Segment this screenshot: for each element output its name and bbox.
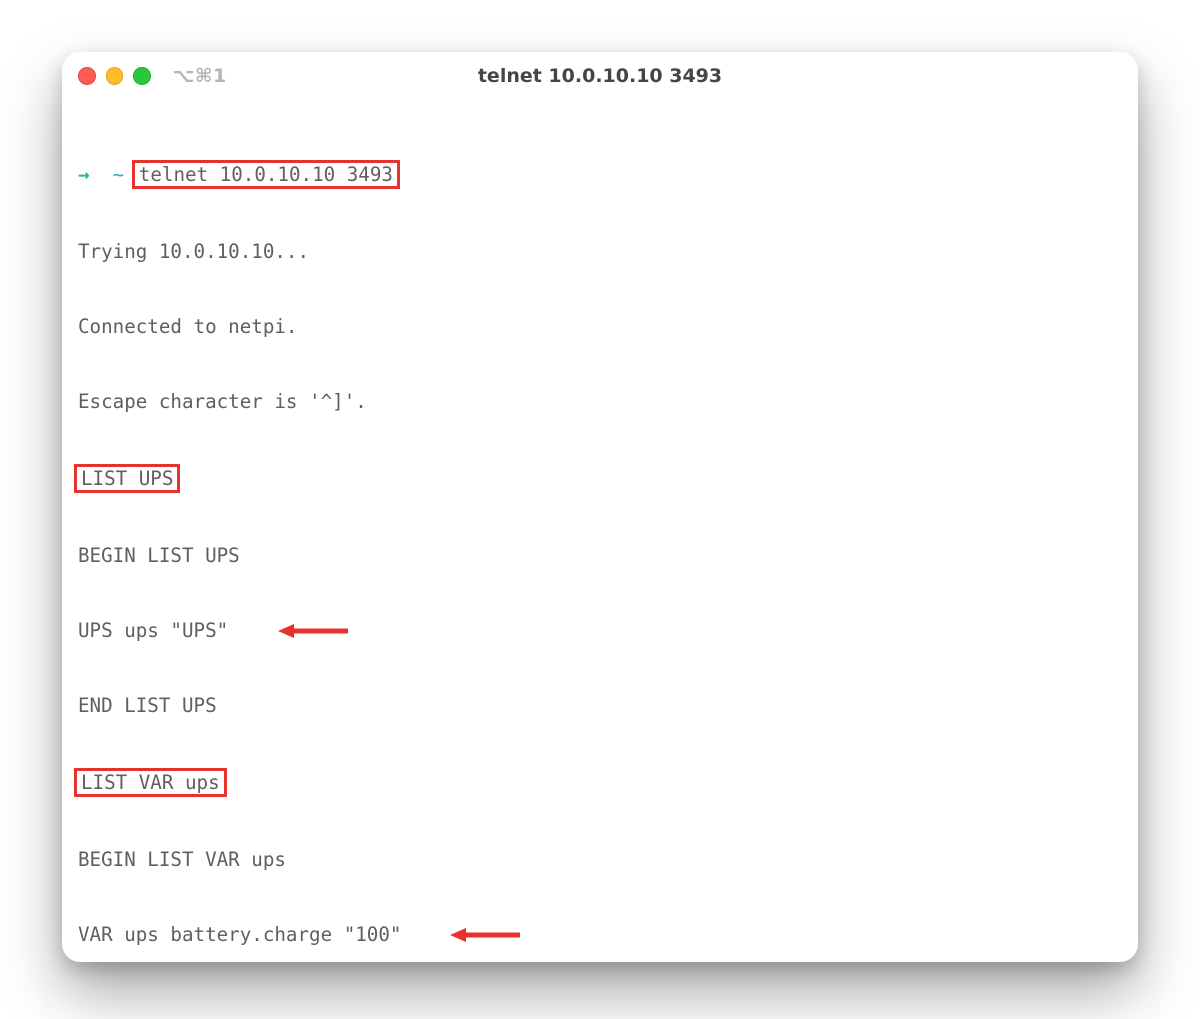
output-line: VAR ups battery.charge "100"	[78, 922, 1122, 947]
tab-shortcut-hint: ⌥⌘1	[173, 65, 227, 87]
terminal-body[interactable]: → ~ telnet 10.0.10.10 3493 Trying 10.0.1…	[62, 100, 1138, 962]
telnet-command-highlight: telnet 10.0.10.10 3493	[132, 160, 400, 189]
list-var-highlight: LIST VAR ups	[74, 768, 227, 797]
output-line: LIST UPS	[78, 464, 1122, 493]
prompt-cwd: ~	[113, 163, 125, 186]
output-line: END LIST UPS	[78, 693, 1122, 718]
titlebar: ⌥⌘1 telnet 10.0.10.10 3493	[62, 52, 1138, 100]
zoom-icon[interactable]	[133, 67, 151, 85]
output-line: UPS ups "UPS"	[78, 618, 1122, 643]
output-line: BEGIN LIST VAR ups	[78, 847, 1122, 872]
output-line: Connected to netpi.	[78, 314, 1122, 339]
close-icon[interactable]	[78, 67, 96, 85]
prompt-arrow-icon: →	[78, 163, 90, 186]
terminal-window: ⌥⌘1 telnet 10.0.10.10 3493 → ~ telnet 10…	[62, 52, 1138, 962]
command-text: telnet 10.0.10.10 3493	[139, 163, 393, 186]
output-line: Escape character is '^]'.	[78, 389, 1122, 414]
list-ups-highlight: LIST UPS	[74, 464, 180, 493]
arrow-icon	[450, 928, 520, 942]
output-line: Trying 10.0.10.10...	[78, 239, 1122, 264]
output-line: BEGIN LIST UPS	[78, 543, 1122, 568]
window-controls	[78, 67, 151, 85]
ups-entry: UPS ups "UPS"	[78, 619, 228, 642]
output-line: LIST VAR ups	[78, 768, 1122, 797]
minimize-icon[interactable]	[106, 67, 124, 85]
arrow-icon	[278, 624, 348, 638]
prompt-line: → ~ telnet 10.0.10.10 3493	[78, 160, 1122, 189]
var-line: VAR ups battery.charge "100"	[78, 923, 401, 946]
